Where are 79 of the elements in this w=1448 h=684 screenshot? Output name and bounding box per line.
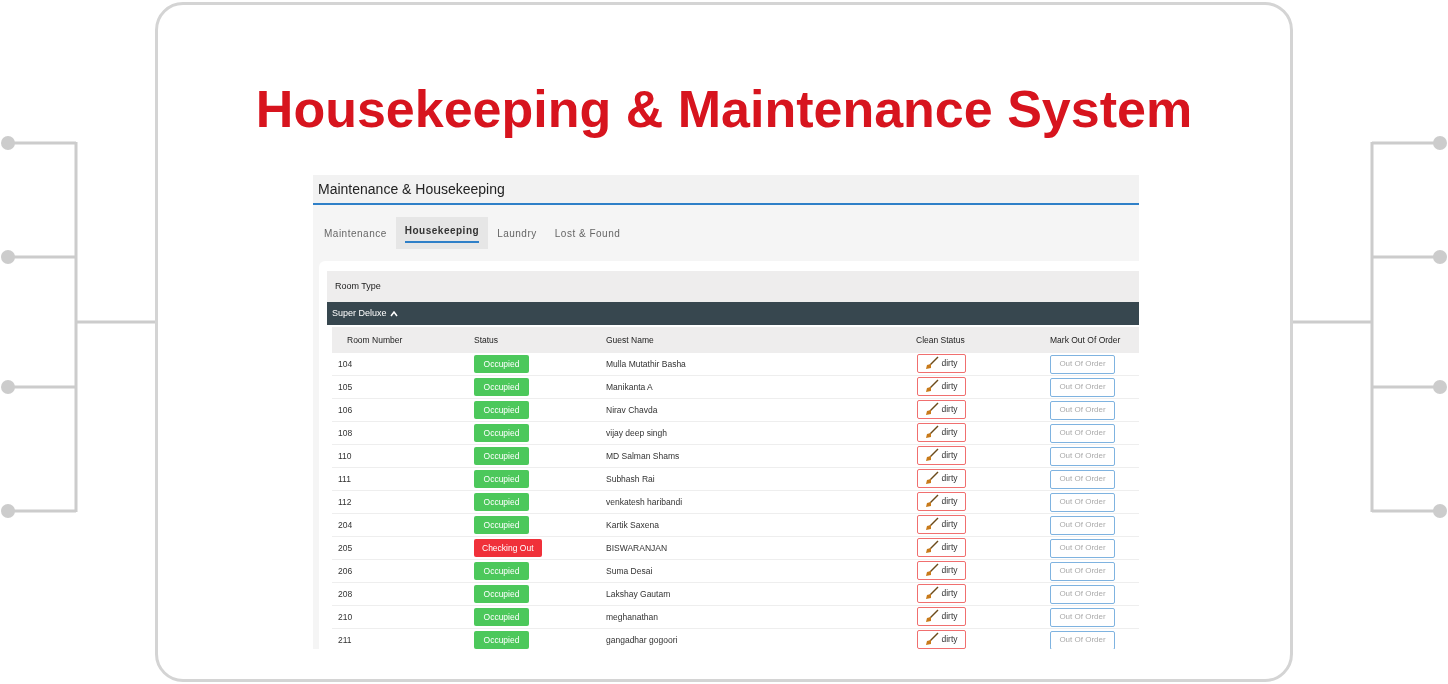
broom-icon bbox=[925, 471, 940, 486]
table-cell-text: 111 bbox=[337, 472, 352, 486]
broom-icon bbox=[925, 379, 940, 394]
table-cell-text: gangadhar gogoori bbox=[605, 633, 679, 647]
status-badge: Occupied bbox=[474, 516, 529, 534]
clean-status-button[interactable]: dirty bbox=[917, 468, 966, 488]
column-header: Status bbox=[473, 333, 500, 347]
column-header: Guest Name bbox=[605, 333, 655, 347]
status-badge: Occupied bbox=[474, 470, 529, 488]
status-badge: Occupied bbox=[474, 424, 529, 442]
clean-status-button[interactable]: dirty bbox=[917, 491, 966, 511]
tab[interactable]: Maintenance bbox=[315, 217, 396, 249]
tab[interactable]: Laundry bbox=[488, 217, 546, 249]
status-badge: Occupied bbox=[474, 378, 529, 396]
filter-label: Room Type bbox=[335, 279, 381, 293]
column-header: Mark Out Of Order bbox=[1049, 333, 1122, 347]
tab[interactable]: Lost & Found bbox=[545, 217, 630, 249]
table-cell-text: vijay deep singh bbox=[605, 426, 668, 440]
table-cell-text: 108 bbox=[337, 426, 354, 440]
clean-status-button[interactable]: dirty bbox=[917, 583, 966, 603]
app-title: Maintenance & Housekeeping bbox=[318, 179, 505, 199]
clean-status-button[interactable]: dirty bbox=[917, 606, 966, 626]
broom-icon bbox=[925, 448, 940, 463]
status-badge: Occupied bbox=[474, 355, 529, 373]
table-cell-text: Lakshay Gautam bbox=[605, 587, 672, 601]
status-badge: Occupied bbox=[474, 401, 529, 419]
clean-status-button[interactable]: dirty bbox=[917, 445, 966, 465]
table-cell-text: 206 bbox=[337, 564, 354, 578]
broom-icon bbox=[925, 517, 940, 532]
page-headline: Housekeeping & Maintenance System bbox=[255, 79, 1193, 140]
column-header: Clean Status bbox=[915, 333, 966, 347]
table-cell-text: venkatesh haribandi bbox=[605, 495, 684, 509]
broom-icon bbox=[925, 402, 940, 417]
table-cell-text: Subhash Rai bbox=[605, 472, 656, 486]
clean-status-button[interactable]: dirty bbox=[917, 560, 966, 580]
status-badge: Occupied bbox=[474, 447, 529, 465]
group-header[interactable]: Super Deluxe bbox=[327, 302, 1139, 325]
table-cell-text: 204 bbox=[337, 518, 354, 532]
table-cell-text: MD Salman Shams bbox=[605, 449, 681, 463]
tab[interactable]: Housekeeping bbox=[395, 217, 489, 249]
table-cell-text: Nirav Chavda bbox=[605, 403, 659, 417]
table-cell-text: 106 bbox=[337, 403, 354, 417]
clean-status-button[interactable]: dirty bbox=[917, 629, 966, 649]
broom-icon bbox=[925, 632, 940, 647]
table-cell-text: Mulla Mutathir Basha bbox=[605, 357, 687, 371]
table-cell-text: 105 bbox=[337, 380, 354, 394]
clean-status-button[interactable]: dirty bbox=[917, 537, 966, 557]
clean-status-button[interactable]: dirty bbox=[917, 514, 966, 534]
table-cell-text: 112 bbox=[337, 495, 353, 509]
clean-status-button[interactable]: dirty bbox=[917, 353, 966, 373]
table-cell-text: Kartik Saxena bbox=[605, 518, 660, 532]
status-badge: Occupied bbox=[474, 493, 529, 511]
broom-icon bbox=[925, 356, 940, 371]
table-cell-text: meghanathan bbox=[605, 610, 659, 624]
column-header: Room Number bbox=[346, 333, 404, 347]
table-cell-text: BISWARANJAN bbox=[605, 541, 669, 555]
status-badge: Checking Out bbox=[474, 539, 542, 557]
status-badge: Occupied bbox=[474, 562, 529, 580]
table-cell-text: 208 bbox=[337, 587, 354, 601]
clean-status-button[interactable]: dirty bbox=[917, 376, 966, 396]
status-badge: Occupied bbox=[474, 608, 529, 626]
broom-icon bbox=[925, 425, 940, 440]
broom-icon bbox=[925, 563, 940, 578]
table-cell-text: 110 bbox=[337, 449, 353, 463]
status-badge: Occupied bbox=[474, 631, 529, 649]
broom-icon bbox=[925, 586, 940, 601]
status-badge: Occupied bbox=[474, 585, 529, 603]
table-cell-text: 210 bbox=[337, 610, 354, 624]
table-cell-text: 104 bbox=[337, 357, 354, 371]
broom-icon bbox=[925, 494, 940, 509]
clean-status-button[interactable]: dirty bbox=[917, 399, 966, 419]
table-cell-text: 211 bbox=[337, 633, 353, 647]
table-cell-text: 205 bbox=[337, 541, 354, 555]
table-cell-text: Suma Desai bbox=[605, 564, 654, 578]
clean-status-button[interactable]: dirty bbox=[917, 422, 966, 442]
broom-icon bbox=[925, 609, 940, 624]
broom-icon bbox=[925, 540, 940, 555]
table-cell-text: Manikanta A bbox=[605, 380, 654, 394]
chevron-up-icon bbox=[389, 309, 398, 318]
